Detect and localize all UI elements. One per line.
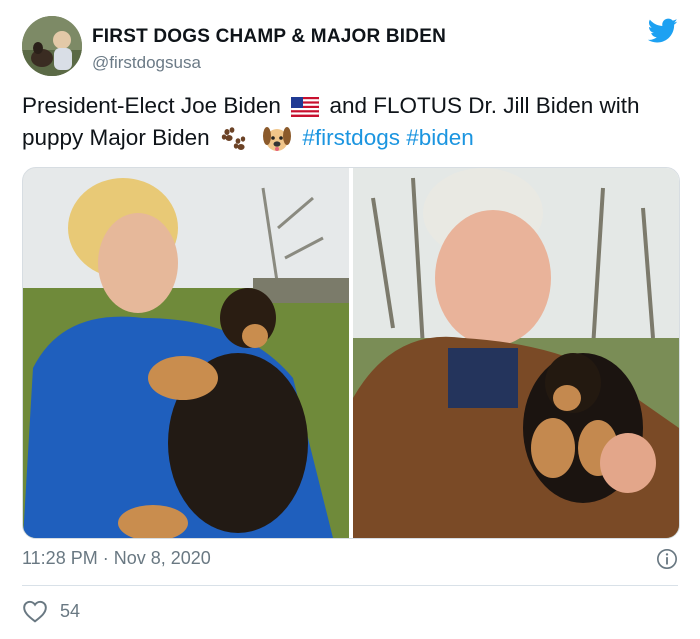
like-count: 54: [60, 600, 81, 621]
like-action[interactable]: 54: [22, 598, 80, 624]
tweet-header: FIRST DOGS CHAMP & MAJOR BIDEN @firstdog…: [22, 16, 678, 78]
photo-joe-biden-with-puppy[interactable]: [353, 168, 679, 538]
tweet-text-part1: President-Elect Joe Biden: [22, 93, 281, 118]
hashtag-firstdogs[interactable]: #firstdogs: [302, 125, 400, 150]
us-flag-emoji: [291, 97, 320, 118]
info-icon[interactable]: [656, 548, 678, 570]
heart-icon[interactable]: [22, 599, 48, 623]
avatar[interactable]: [22, 16, 82, 76]
hashtag-biden[interactable]: #biden: [406, 125, 474, 150]
tweet-text: President-Elect Joe Biden and FLOTUS Dr.…: [22, 90, 682, 154]
media-grid: [22, 167, 680, 539]
dog-face-emoji: [263, 127, 292, 152]
tweet-timestamp[interactable]: 11:28 PM · Nov 8, 2020: [22, 548, 211, 569]
paw-prints-emoji: [221, 127, 246, 151]
user-handle[interactable]: @firstdogsusa: [92, 53, 201, 73]
photo-jill-biden-with-puppy[interactable]: [23, 168, 349, 538]
display-name[interactable]: FIRST DOGS CHAMP & MAJOR BIDEN: [92, 26, 446, 48]
action-divider: [22, 585, 678, 586]
twitter-bird-icon[interactable]: [648, 18, 678, 44]
